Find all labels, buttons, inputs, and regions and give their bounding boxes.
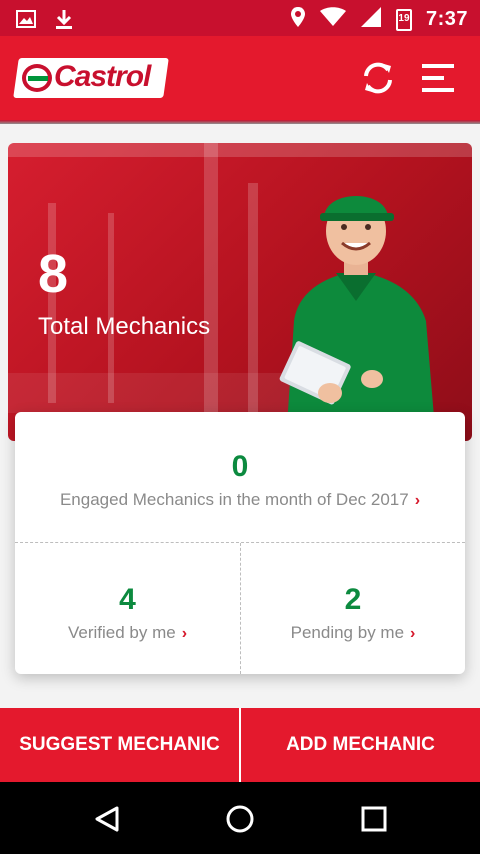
calendar-icon: 19 xyxy=(395,8,412,31)
total-mechanics-count: 8 xyxy=(38,244,69,304)
status-bar: 19 7:37 xyxy=(0,0,480,36)
menu-icon[interactable] xyxy=(418,60,458,96)
wifi-icon xyxy=(319,7,346,32)
location-icon xyxy=(290,6,306,33)
download-icon xyxy=(54,8,74,35)
hero-banner: 8 Total Mechanics xyxy=(8,143,472,441)
verified-count: 4 xyxy=(119,583,136,616)
verified-label: Verified by me xyxy=(67,623,176,642)
image-icon xyxy=(16,9,36,34)
pending-mechanics-stat[interactable]: 2 Pending by me › xyxy=(240,543,465,674)
add-mechanic-button[interactable]: ADD MECHANIC xyxy=(241,708,480,782)
home-icon[interactable] xyxy=(225,804,255,834)
pending-count: 2 xyxy=(344,583,362,616)
status-time: 7:37 xyxy=(425,8,468,30)
chevron-right-icon: › xyxy=(410,625,416,642)
chevron-right-icon: › xyxy=(181,625,188,642)
verified-mechanics-stat[interactable]: 4 Verified by me › xyxy=(15,543,240,674)
suggest-mechanic-button[interactable]: SUGGEST MECHANIC xyxy=(0,708,239,782)
engaged-count: 0 xyxy=(231,450,249,483)
engaged-label: Engaged Mechanics in the month of Dec 20… xyxy=(59,490,409,509)
pending-label: Pending by me xyxy=(290,623,405,642)
signal-icon xyxy=(360,6,382,33)
mechanic-illustration xyxy=(279,196,436,441)
engaged-mechanics-stat[interactable]: 0 Engaged Mechanics in the month of Dec … xyxy=(15,412,465,543)
total-mechanics-label: Total Mechanics xyxy=(38,313,211,340)
mechanic-stats-card: 0 Engaged Mechanics in the month of Dec … xyxy=(15,412,465,674)
chevron-right-icon: › xyxy=(414,492,421,509)
back-icon[interactable] xyxy=(93,805,121,833)
refresh-icon[interactable] xyxy=(358,58,398,98)
navigation-bar xyxy=(0,782,480,854)
app-bar: Castrol xyxy=(0,36,480,120)
recents-icon[interactable] xyxy=(361,806,387,832)
castrol-mark-icon xyxy=(22,64,52,92)
appbar-divider xyxy=(0,120,480,124)
castrol-logo: Castrol xyxy=(13,58,169,98)
